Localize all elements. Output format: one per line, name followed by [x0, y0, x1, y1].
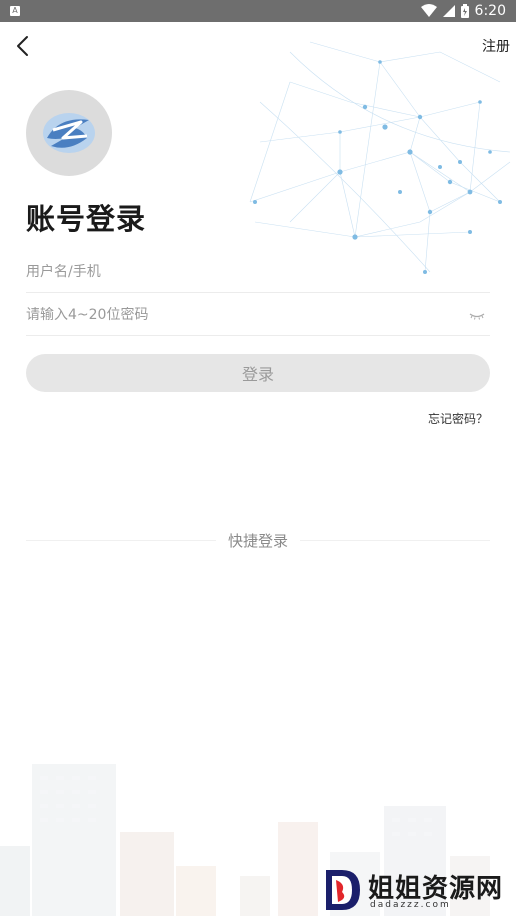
chevron-left-icon	[17, 36, 28, 56]
watermark-logo-icon	[326, 870, 360, 910]
quick-login-divider: 快捷登录	[26, 529, 490, 551]
wifi-icon	[420, 4, 437, 17]
username-field	[26, 251, 490, 293]
username-input[interactable]	[26, 263, 490, 280]
eye-closed-icon[interactable]	[468, 306, 486, 324]
login-button[interactable]: 登录	[26, 354, 490, 392]
back-button[interactable]	[8, 32, 36, 60]
watermark-url: dadazzz.com	[370, 900, 451, 910]
password-input[interactable]	[26, 306, 490, 323]
top-bar: 注册	[0, 22, 516, 70]
battery-icon	[460, 4, 469, 18]
password-field	[26, 294, 490, 336]
cell-signal-icon	[442, 5, 455, 17]
forgot-password-link[interactable]: 忘记密码？	[428, 410, 488, 427]
quick-login-label-wrap: 快捷登录	[26, 530, 490, 551]
page-title: 账号登录	[26, 202, 147, 236]
app-logo-icon	[43, 113, 95, 153]
watermark: 姐姐资源网 dadazzz.com	[324, 868, 512, 914]
register-link[interactable]: 注册	[482, 36, 510, 56]
status-time: 6:20	[474, 3, 506, 19]
app-notification-icon: A	[10, 6, 20, 16]
app-logo	[26, 90, 112, 176]
status-bar: A 6:20	[0, 0, 516, 22]
quick-login-label: 快捷登录	[219, 532, 296, 550]
